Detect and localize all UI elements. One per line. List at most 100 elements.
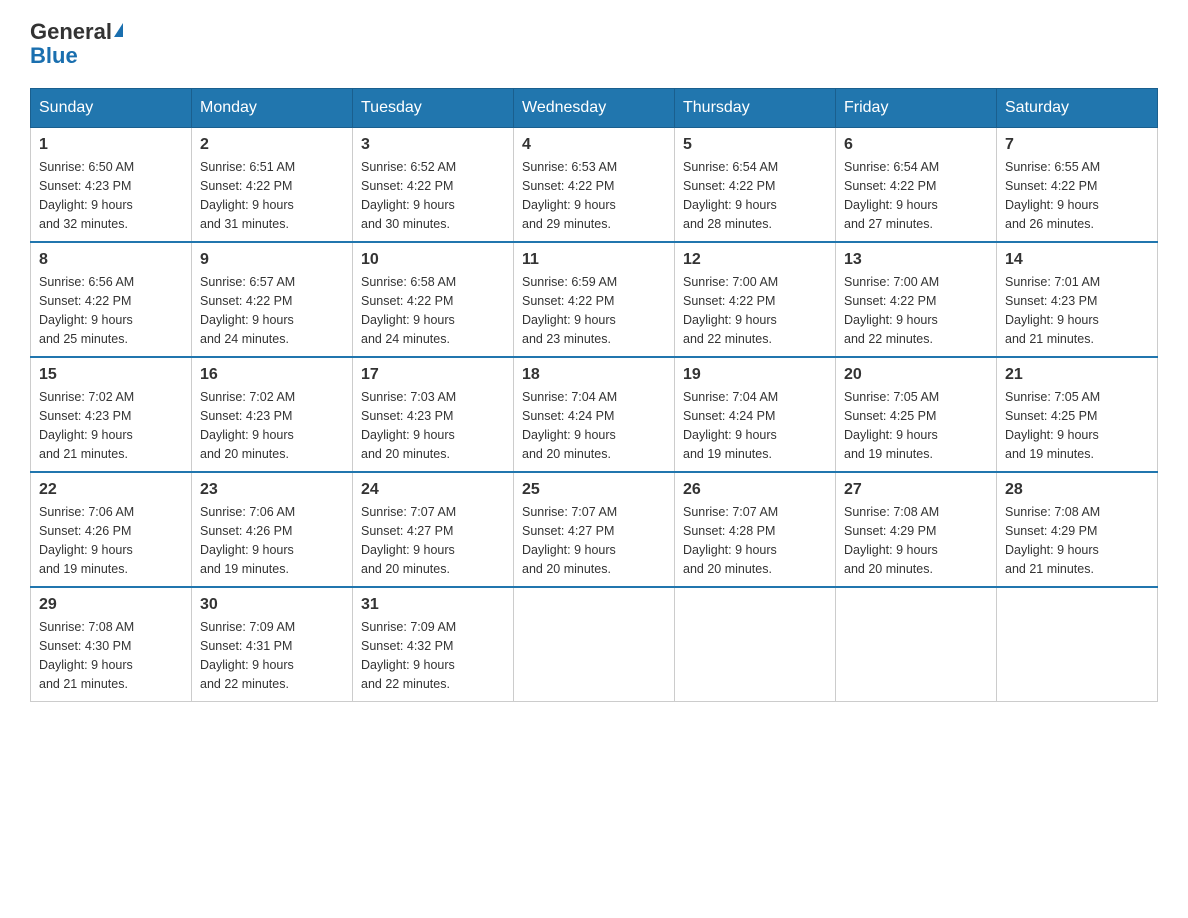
day-info: Sunrise: 7:00 AMSunset: 4:22 PMDaylight:…: [683, 275, 778, 345]
calendar-cell: [836, 587, 997, 702]
calendar-cell: 9 Sunrise: 6:57 AMSunset: 4:22 PMDayligh…: [192, 242, 353, 357]
day-number: 9: [200, 251, 344, 269]
day-info: Sunrise: 7:07 AMSunset: 4:28 PMDaylight:…: [683, 505, 778, 575]
weekday-header-thursday: Thursday: [675, 89, 836, 128]
calendar-cell: [675, 587, 836, 702]
day-number: 13: [844, 251, 988, 269]
calendar-cell: 19 Sunrise: 7:04 AMSunset: 4:24 PMDaylig…: [675, 357, 836, 472]
day-info: Sunrise: 7:05 AMSunset: 4:25 PMDaylight:…: [1005, 390, 1100, 460]
day-number: 14: [1005, 251, 1149, 269]
calendar-cell: 8 Sunrise: 6:56 AMSunset: 4:22 PMDayligh…: [31, 242, 192, 357]
calendar-cell: 30 Sunrise: 7:09 AMSunset: 4:31 PMDaylig…: [192, 587, 353, 702]
calendar-cell: 15 Sunrise: 7:02 AMSunset: 4:23 PMDaylig…: [31, 357, 192, 472]
day-info: Sunrise: 7:08 AMSunset: 4:29 PMDaylight:…: [844, 505, 939, 575]
day-number: 22: [39, 481, 183, 499]
day-info: Sunrise: 6:54 AMSunset: 4:22 PMDaylight:…: [844, 160, 939, 230]
calendar-table: SundayMondayTuesdayWednesdayThursdayFrid…: [30, 88, 1158, 702]
day-number: 10: [361, 251, 505, 269]
day-info: Sunrise: 6:58 AMSunset: 4:22 PMDaylight:…: [361, 275, 456, 345]
weekday-header-monday: Monday: [192, 89, 353, 128]
calendar-cell: 3 Sunrise: 6:52 AMSunset: 4:22 PMDayligh…: [353, 128, 514, 243]
day-number: 18: [522, 366, 666, 384]
calendar-cell: 20 Sunrise: 7:05 AMSunset: 4:25 PMDaylig…: [836, 357, 997, 472]
weekday-header-wednesday: Wednesday: [514, 89, 675, 128]
day-number: 30: [200, 596, 344, 614]
day-info: Sunrise: 7:00 AMSunset: 4:22 PMDaylight:…: [844, 275, 939, 345]
day-info: Sunrise: 6:53 AMSunset: 4:22 PMDaylight:…: [522, 160, 617, 230]
day-info: Sunrise: 6:51 AMSunset: 4:22 PMDaylight:…: [200, 160, 295, 230]
day-info: Sunrise: 7:06 AMSunset: 4:26 PMDaylight:…: [39, 505, 134, 575]
calendar-cell: 21 Sunrise: 7:05 AMSunset: 4:25 PMDaylig…: [997, 357, 1158, 472]
day-number: 31: [361, 596, 505, 614]
day-info: Sunrise: 7:04 AMSunset: 4:24 PMDaylight:…: [683, 390, 778, 460]
day-number: 27: [844, 481, 988, 499]
day-info: Sunrise: 7:07 AMSunset: 4:27 PMDaylight:…: [522, 505, 617, 575]
calendar-cell: 17 Sunrise: 7:03 AMSunset: 4:23 PMDaylig…: [353, 357, 514, 472]
day-info: Sunrise: 6:54 AMSunset: 4:22 PMDaylight:…: [683, 160, 778, 230]
day-info: Sunrise: 6:56 AMSunset: 4:22 PMDaylight:…: [39, 275, 134, 345]
calendar-week-row: 8 Sunrise: 6:56 AMSunset: 4:22 PMDayligh…: [31, 242, 1158, 357]
day-info: Sunrise: 7:08 AMSunset: 4:30 PMDaylight:…: [39, 620, 134, 690]
day-info: Sunrise: 7:05 AMSunset: 4:25 PMDaylight:…: [844, 390, 939, 460]
calendar-week-row: 22 Sunrise: 7:06 AMSunset: 4:26 PMDaylig…: [31, 472, 1158, 587]
day-number: 3: [361, 136, 505, 154]
day-number: 25: [522, 481, 666, 499]
calendar-cell: 14 Sunrise: 7:01 AMSunset: 4:23 PMDaylig…: [997, 242, 1158, 357]
day-number: 23: [200, 481, 344, 499]
calendar-cell: 27 Sunrise: 7:08 AMSunset: 4:29 PMDaylig…: [836, 472, 997, 587]
calendar-cell: 18 Sunrise: 7:04 AMSunset: 4:24 PMDaylig…: [514, 357, 675, 472]
day-info: Sunrise: 7:01 AMSunset: 4:23 PMDaylight:…: [1005, 275, 1100, 345]
day-info: Sunrise: 6:52 AMSunset: 4:22 PMDaylight:…: [361, 160, 456, 230]
weekday-header-saturday: Saturday: [997, 89, 1158, 128]
day-info: Sunrise: 6:57 AMSunset: 4:22 PMDaylight:…: [200, 275, 295, 345]
calendar-cell: 10 Sunrise: 6:58 AMSunset: 4:22 PMDaylig…: [353, 242, 514, 357]
day-number: 19: [683, 366, 827, 384]
calendar-cell: 2 Sunrise: 6:51 AMSunset: 4:22 PMDayligh…: [192, 128, 353, 243]
calendar-cell: 28 Sunrise: 7:08 AMSunset: 4:29 PMDaylig…: [997, 472, 1158, 587]
calendar-cell: 5 Sunrise: 6:54 AMSunset: 4:22 PMDayligh…: [675, 128, 836, 243]
weekday-header-tuesday: Tuesday: [353, 89, 514, 128]
day-info: Sunrise: 7:06 AMSunset: 4:26 PMDaylight:…: [200, 505, 295, 575]
calendar-cell: 22 Sunrise: 7:06 AMSunset: 4:26 PMDaylig…: [31, 472, 192, 587]
day-info: Sunrise: 7:09 AMSunset: 4:32 PMDaylight:…: [361, 620, 456, 690]
day-number: 21: [1005, 366, 1149, 384]
day-number: 17: [361, 366, 505, 384]
calendar-cell: 13 Sunrise: 7:00 AMSunset: 4:22 PMDaylig…: [836, 242, 997, 357]
day-info: Sunrise: 7:07 AMSunset: 4:27 PMDaylight:…: [361, 505, 456, 575]
calendar-week-row: 15 Sunrise: 7:02 AMSunset: 4:23 PMDaylig…: [31, 357, 1158, 472]
day-info: Sunrise: 7:02 AMSunset: 4:23 PMDaylight:…: [200, 390, 295, 460]
day-number: 26: [683, 481, 827, 499]
day-info: Sunrise: 6:50 AMSunset: 4:23 PMDaylight:…: [39, 160, 134, 230]
day-info: Sunrise: 7:03 AMSunset: 4:23 PMDaylight:…: [361, 390, 456, 460]
day-number: 1: [39, 136, 183, 154]
calendar-cell: 7 Sunrise: 6:55 AMSunset: 4:22 PMDayligh…: [997, 128, 1158, 243]
day-number: 16: [200, 366, 344, 384]
calendar-cell: 1 Sunrise: 6:50 AMSunset: 4:23 PMDayligh…: [31, 128, 192, 243]
logo: General Blue: [30, 20, 123, 68]
day-number: 24: [361, 481, 505, 499]
logo-general: General: [30, 20, 112, 44]
day-info: Sunrise: 7:02 AMSunset: 4:23 PMDaylight:…: [39, 390, 134, 460]
day-number: 12: [683, 251, 827, 269]
calendar-week-row: 29 Sunrise: 7:08 AMSunset: 4:30 PMDaylig…: [31, 587, 1158, 702]
calendar-cell: [514, 587, 675, 702]
day-number: 2: [200, 136, 344, 154]
calendar-cell: 24 Sunrise: 7:07 AMSunset: 4:27 PMDaylig…: [353, 472, 514, 587]
calendar-cell: [997, 587, 1158, 702]
calendar-cell: 31 Sunrise: 7:09 AMSunset: 4:32 PMDaylig…: [353, 587, 514, 702]
calendar-cell: 23 Sunrise: 7:06 AMSunset: 4:26 PMDaylig…: [192, 472, 353, 587]
calendar-cell: 25 Sunrise: 7:07 AMSunset: 4:27 PMDaylig…: [514, 472, 675, 587]
day-number: 20: [844, 366, 988, 384]
day-info: Sunrise: 6:55 AMSunset: 4:22 PMDaylight:…: [1005, 160, 1100, 230]
calendar-cell: 29 Sunrise: 7:08 AMSunset: 4:30 PMDaylig…: [31, 587, 192, 702]
page-header: General Blue: [30, 20, 1158, 68]
calendar-cell: 6 Sunrise: 6:54 AMSunset: 4:22 PMDayligh…: [836, 128, 997, 243]
calendar-cell: 16 Sunrise: 7:02 AMSunset: 4:23 PMDaylig…: [192, 357, 353, 472]
weekday-header-friday: Friday: [836, 89, 997, 128]
day-number: 8: [39, 251, 183, 269]
logo-blue: Blue: [30, 43, 78, 68]
logo-triangle-icon: [114, 23, 123, 37]
day-number: 28: [1005, 481, 1149, 499]
day-number: 5: [683, 136, 827, 154]
calendar-week-row: 1 Sunrise: 6:50 AMSunset: 4:23 PMDayligh…: [31, 128, 1158, 243]
